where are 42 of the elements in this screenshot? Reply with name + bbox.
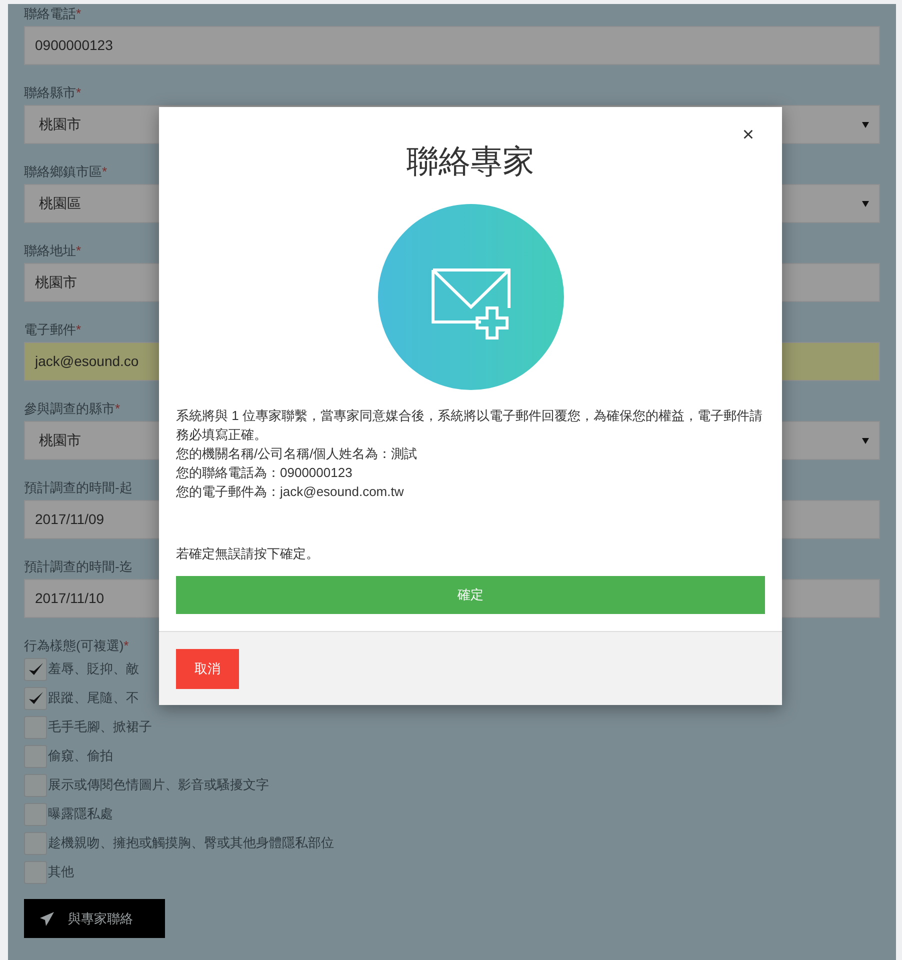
required-mark: * — [102, 163, 108, 181]
field-label: 預計調查的時間-迄 — [24, 558, 132, 576]
checkbox-label: 其他 — [48, 863, 74, 882]
checkbox-group-label: 行為樣態(可複選) — [24, 637, 124, 655]
required-mark: * — [76, 84, 82, 102]
message-text: 您的聯絡電話為：0900000123 — [176, 464, 354, 482]
paper-plane-icon — [40, 912, 54, 926]
checkbox-label: 偷窺、偷拍 — [48, 747, 113, 766]
dropdown-caret-icon — [862, 122, 869, 128]
field-label: 參與調查的縣市 — [24, 400, 115, 418]
field-label: 聯絡電話 — [24, 5, 76, 23]
checkbox-label: 羞辱、貶抑、敵 — [48, 660, 139, 678]
checkbox-label: 跟蹤、尾隨、不 — [48, 689, 139, 708]
cancel-button[interactable]: 取消 — [176, 648, 239, 688]
dropdown-caret-icon — [862, 200, 869, 206]
required-mark: * — [76, 242, 82, 260]
checkbox[interactable] — [24, 686, 47, 710]
message-text: 您的電子郵件為：jack@esound.com.tw — [176, 483, 405, 501]
checkbox-label: 趁機親吻、擁抱或觸摸胸、臀或其他身體隱私部位 — [48, 834, 334, 852]
message-text: 系統將與 1 位專家聯繫，當專家同意媒合後，系統將以電子郵件回覆您，為確保您的權益，電子郵件請務必填寫正確。 — [176, 407, 764, 444]
checkmark-icon — [28, 691, 44, 705]
dropdown-caret-icon — [862, 438, 869, 444]
field-label: 聯絡地址 — [24, 242, 76, 260]
checkbox-label: 毛手毛腳、掀裙子 — [48, 718, 152, 736]
required-mark: * — [124, 637, 129, 655]
required-mark: * — [76, 5, 82, 23]
modal-title: 聯絡專家 — [406, 145, 534, 177]
required-mark: * — [76, 321, 82, 339]
field-label: 聯絡縣市 — [24, 84, 76, 102]
field-label: 預計調查的時間-起 — [24, 479, 132, 497]
field-label: 聯絡鄉鎮市區 — [24, 163, 102, 181]
checkbox[interactable] — [24, 658, 47, 680]
contact-expert-button[interactable]: 與專家聯絡 — [24, 899, 165, 938]
confirm-prompt: 若確定無誤請按下確定。 — [176, 545, 320, 563]
checkmark-icon — [28, 662, 44, 676]
checkbox-label: 曝露隱私處 — [48, 805, 113, 824]
close-button[interactable]: × — [742, 125, 754, 145]
checkbox-label: 展示或傳閱色情圖片、影音或騷擾文字 — [48, 776, 269, 794]
field-label: 電子郵件 — [24, 321, 76, 339]
input-field[interactable]: 0900000123 — [24, 26, 880, 65]
message-text: 您的機關名稱/公司名稱/個人姓名為：測試 — [176, 445, 418, 463]
required-mark: * — [115, 400, 120, 418]
